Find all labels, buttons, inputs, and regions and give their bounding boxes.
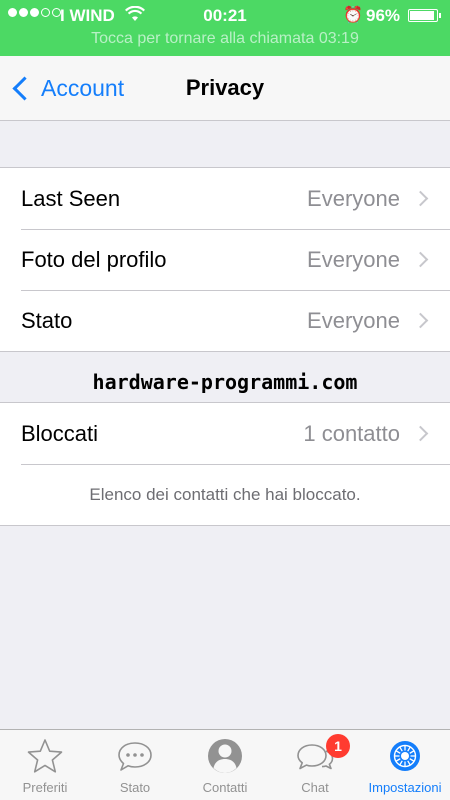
chevron-right-icon bbox=[412, 425, 429, 442]
unread-badge: 1 bbox=[326, 734, 350, 758]
tab-label: Chat bbox=[301, 780, 329, 795]
tab-contacts[interactable]: Contatti bbox=[180, 730, 270, 800]
row-value: 1 contatto bbox=[303, 421, 400, 446]
visibility-settings-group: Last Seen Everyone Foto del profilo Ever… bbox=[0, 167, 450, 352]
row-label: Foto del profilo bbox=[21, 247, 167, 272]
chevron-right-icon bbox=[412, 312, 429, 329]
tab-label: Preferiti bbox=[22, 780, 68, 795]
gear-icon bbox=[385, 737, 425, 775]
profile-photo-row[interactable]: Foto del profilo Everyone bbox=[0, 229, 450, 290]
navigation-bar: Privacy Account bbox=[0, 56, 450, 121]
row-value: Everyone bbox=[307, 308, 400, 333]
call-banner[interactable]: Tocca per tornare alla chiamata 03:19 bbox=[0, 30, 450, 48]
watermark-text: hardware-programmi.com bbox=[92, 370, 358, 394]
back-button-label: Account bbox=[41, 74, 125, 101]
blocked-row[interactable]: Bloccati 1 contatto bbox=[0, 403, 450, 464]
row-value: Everyone bbox=[307, 247, 400, 272]
alarm-icon: ⏰ bbox=[343, 7, 363, 24]
row-label: Last Seen bbox=[21, 186, 121, 211]
tab-label: Stato bbox=[119, 780, 151, 795]
chevron-right-icon bbox=[412, 190, 429, 207]
battery-percentage: 96% bbox=[366, 6, 401, 25]
tab-favorites[interactable]: Preferiti bbox=[0, 730, 90, 800]
tab-chat[interactable]: 1 Chat bbox=[270, 730, 360, 800]
status-bar: I WIND 00:21 ⏰ 96% Tocca per tornare all… bbox=[0, 0, 450, 56]
back-button[interactable]: Account bbox=[10, 56, 124, 120]
blocked-description: Elenco dei contatti che hai bloccato. bbox=[0, 464, 450, 525]
speech-bubble-icon bbox=[115, 737, 155, 775]
row-value: Everyone bbox=[307, 186, 400, 211]
last-seen-row[interactable]: Last Seen Everyone bbox=[0, 168, 450, 229]
tab-label: Contatti bbox=[202, 780, 248, 795]
chevron-right-icon bbox=[412, 251, 429, 268]
tab-label: Impostazioni bbox=[368, 780, 442, 795]
contact-icon bbox=[205, 737, 245, 775]
tab-status[interactable]: Stato bbox=[90, 730, 180, 800]
star-icon bbox=[25, 737, 65, 775]
tab-settings[interactable]: Impostazioni bbox=[360, 730, 450, 800]
tab-bar: Preferiti Stato Contatti 1 Chat Impostaz… bbox=[0, 729, 450, 800]
blocked-group: Bloccati 1 contatto Elenco dei contatti … bbox=[0, 402, 450, 526]
battery-icon bbox=[408, 9, 441, 22]
chevron-left-icon bbox=[12, 75, 37, 101]
row-label: Stato bbox=[21, 308, 73, 333]
status-row[interactable]: Stato Everyone bbox=[0, 290, 450, 351]
row-label: Bloccati bbox=[21, 421, 99, 446]
